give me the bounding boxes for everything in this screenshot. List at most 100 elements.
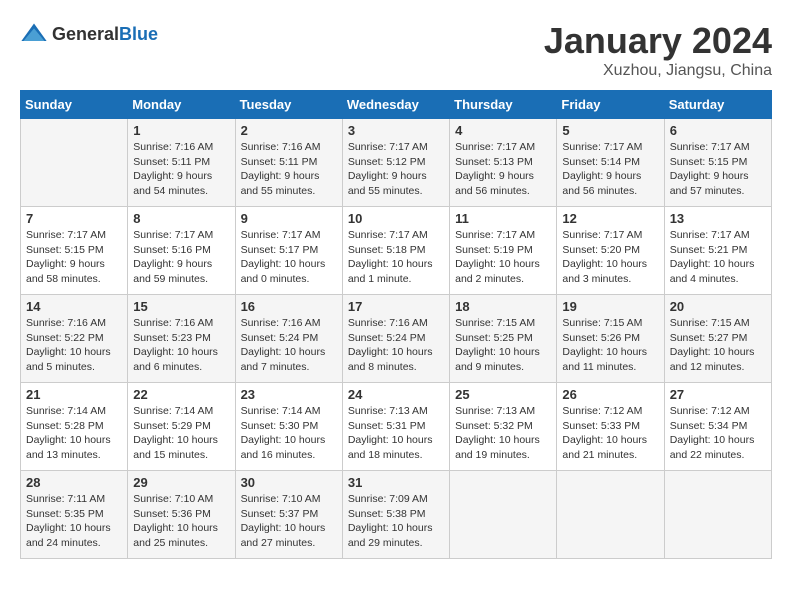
day-cell: 31 Sunrise: 7:09 AM Sunset: 5:38 PM Dayli…	[342, 471, 449, 559]
day-number: 3	[348, 123, 444, 138]
day-cell: 11 Sunrise: 7:17 AM Sunset: 5:19 PM Dayli…	[450, 207, 557, 295]
day-info: Sunrise: 7:17 AM Sunset: 5:15 PM Dayligh…	[26, 228, 122, 287]
day-cell: 9 Sunrise: 7:17 AM Sunset: 5:17 PM Daylig…	[235, 207, 342, 295]
day-info: Sunrise: 7:16 AM Sunset: 5:22 PM Dayligh…	[26, 316, 122, 375]
day-info: Sunrise: 7:15 AM Sunset: 5:26 PM Dayligh…	[562, 316, 658, 375]
day-number: 26	[562, 387, 658, 402]
day-number: 29	[133, 475, 229, 490]
day-cell: 12 Sunrise: 7:17 AM Sunset: 5:20 PM Dayli…	[557, 207, 664, 295]
day-cell: 2 Sunrise: 7:16 AM Sunset: 5:11 PM Daylig…	[235, 119, 342, 207]
day-cell: 7 Sunrise: 7:17 AM Sunset: 5:15 PM Daylig…	[21, 207, 128, 295]
calendar-body: 1 Sunrise: 7:16 AM Sunset: 5:11 PM Daylig…	[21, 119, 772, 559]
day-info: Sunrise: 7:16 AM Sunset: 5:11 PM Dayligh…	[133, 140, 229, 199]
header-cell-sunday: Sunday	[21, 91, 128, 119]
day-cell: 14 Sunrise: 7:16 AM Sunset: 5:22 PM Dayli…	[21, 295, 128, 383]
day-number: 11	[455, 211, 551, 226]
day-info: Sunrise: 7:12 AM Sunset: 5:33 PM Dayligh…	[562, 404, 658, 463]
day-number: 23	[241, 387, 337, 402]
day-number: 14	[26, 299, 122, 314]
day-number: 1	[133, 123, 229, 138]
header-cell-friday: Friday	[557, 91, 664, 119]
day-number: 18	[455, 299, 551, 314]
day-info: Sunrise: 7:12 AM Sunset: 5:34 PM Dayligh…	[670, 404, 766, 463]
logo-text: GeneralBlue	[52, 24, 158, 45]
day-number: 31	[348, 475, 444, 490]
day-number: 17	[348, 299, 444, 314]
day-cell: 10Sunrise: 7:17 AM Sunset: 5:18 PM Dayli…	[342, 207, 449, 295]
day-info: Sunrise: 7:16 AM Sunset: 5:24 PM Dayligh…	[241, 316, 337, 375]
day-info: Sunrise: 7:15 AM Sunset: 5:27 PM Dayligh…	[670, 316, 766, 375]
day-number: 12	[562, 211, 658, 226]
day-number: 21	[26, 387, 122, 402]
day-cell: 26 Sunrise: 7:12 AM Sunset: 5:33 PM Dayli…	[557, 383, 664, 471]
day-number: 22	[133, 387, 229, 402]
day-cell: 6Sunrise: 7:17 AM Sunset: 5:15 PM Daylig…	[664, 119, 771, 207]
day-info: Sunrise: 7:16 AM Sunset: 5:23 PM Dayligh…	[133, 316, 229, 375]
day-number: 5	[562, 123, 658, 138]
day-cell: 16 Sunrise: 7:16 AM Sunset: 5:24 PM Dayli…	[235, 295, 342, 383]
header-row: SundayMondayTuesdayWednesdayThursdayFrid…	[21, 91, 772, 119]
week-row-1: 7 Sunrise: 7:17 AM Sunset: 5:15 PM Daylig…	[21, 207, 772, 295]
day-cell: 19Sunrise: 7:15 AM Sunset: 5:26 PM Dayli…	[557, 295, 664, 383]
day-info: Sunrise: 7:17 AM Sunset: 5:16 PM Dayligh…	[133, 228, 229, 287]
header-cell-tuesday: Tuesday	[235, 91, 342, 119]
day-info: Sunrise: 7:17 AM Sunset: 5:18 PM Dayligh…	[348, 228, 444, 287]
day-cell: 30 Sunrise: 7:10 AM Sunset: 5:37 PM Dayli…	[235, 471, 342, 559]
day-cell: 13Sunrise: 7:17 AM Sunset: 5:21 PM Dayli…	[664, 207, 771, 295]
day-cell: 23 Sunrise: 7:14 AM Sunset: 5:30 PM Dayli…	[235, 383, 342, 471]
day-info: Sunrise: 7:17 AM Sunset: 5:12 PM Dayligh…	[348, 140, 444, 199]
day-cell: 20 Sunrise: 7:15 AM Sunset: 5:27 PM Dayli…	[664, 295, 771, 383]
day-cell: 29 Sunrise: 7:10 AM Sunset: 5:36 PM Dayli…	[128, 471, 235, 559]
day-number: 30	[241, 475, 337, 490]
day-info: Sunrise: 7:17 AM Sunset: 5:15 PM Dayligh…	[670, 140, 766, 199]
day-info: Sunrise: 7:09 AM Sunset: 5:38 PM Dayligh…	[348, 492, 444, 551]
header-cell-saturday: Saturday	[664, 91, 771, 119]
day-info: Sunrise: 7:14 AM Sunset: 5:30 PM Dayligh…	[241, 404, 337, 463]
header-cell-monday: Monday	[128, 91, 235, 119]
logo-blue: Blue	[119, 24, 158, 44]
day-cell: 21 Sunrise: 7:14 AM Sunset: 5:28 PM Dayli…	[21, 383, 128, 471]
day-number: 4	[455, 123, 551, 138]
week-row-2: 14 Sunrise: 7:16 AM Sunset: 5:22 PM Dayli…	[21, 295, 772, 383]
day-info: Sunrise: 7:17 AM Sunset: 5:19 PM Dayligh…	[455, 228, 551, 287]
day-info: Sunrise: 7:14 AM Sunset: 5:29 PM Dayligh…	[133, 404, 229, 463]
day-cell: 3 Sunrise: 7:17 AM Sunset: 5:12 PM Daylig…	[342, 119, 449, 207]
day-info: Sunrise: 7:16 AM Sunset: 5:11 PM Dayligh…	[241, 140, 337, 199]
day-info: Sunrise: 7:13 AM Sunset: 5:31 PM Dayligh…	[348, 404, 444, 463]
day-cell: 28 Sunrise: 7:11 AM Sunset: 5:35 PM Dayli…	[21, 471, 128, 559]
day-cell: 4Sunrise: 7:17 AM Sunset: 5:13 PM Daylig…	[450, 119, 557, 207]
day-number: 7	[26, 211, 122, 226]
day-number: 13	[670, 211, 766, 226]
day-cell: 8 Sunrise: 7:17 AM Sunset: 5:16 PM Daylig…	[128, 207, 235, 295]
week-row-4: 28 Sunrise: 7:11 AM Sunset: 5:35 PM Dayli…	[21, 471, 772, 559]
day-number: 28	[26, 475, 122, 490]
day-info: Sunrise: 7:17 AM Sunset: 5:14 PM Dayligh…	[562, 140, 658, 199]
week-row-3: 21 Sunrise: 7:14 AM Sunset: 5:28 PM Dayli…	[21, 383, 772, 471]
day-cell: 5 Sunrise: 7:17 AM Sunset: 5:14 PM Daylig…	[557, 119, 664, 207]
day-info: Sunrise: 7:10 AM Sunset: 5:37 PM Dayligh…	[241, 492, 337, 551]
day-info: Sunrise: 7:17 AM Sunset: 5:20 PM Dayligh…	[562, 228, 658, 287]
day-number: 15	[133, 299, 229, 314]
day-number: 16	[241, 299, 337, 314]
day-cell: 18Sunrise: 7:15 AM Sunset: 5:25 PM Dayli…	[450, 295, 557, 383]
day-cell	[21, 119, 128, 207]
day-number: 20	[670, 299, 766, 314]
day-number: 2	[241, 123, 337, 138]
calendar-header: SundayMondayTuesdayWednesdayThursdayFrid…	[21, 91, 772, 119]
day-info: Sunrise: 7:14 AM Sunset: 5:28 PM Dayligh…	[26, 404, 122, 463]
day-cell: 15 Sunrise: 7:16 AM Sunset: 5:23 PM Dayli…	[128, 295, 235, 383]
day-info: Sunrise: 7:10 AM Sunset: 5:36 PM Dayligh…	[133, 492, 229, 551]
calendar-table: SundayMondayTuesdayWednesdayThursdayFrid…	[20, 90, 772, 559]
page-header: GeneralBlue January 2024 Xuzhou, Jiangsu…	[20, 20, 772, 80]
day-number: 24	[348, 387, 444, 402]
day-cell: 17Sunrise: 7:16 AM Sunset: 5:24 PM Dayli…	[342, 295, 449, 383]
day-number: 27	[670, 387, 766, 402]
day-info: Sunrise: 7:11 AM Sunset: 5:35 PM Dayligh…	[26, 492, 122, 551]
day-number: 8	[133, 211, 229, 226]
logo-icon	[20, 20, 48, 48]
day-cell: 22 Sunrise: 7:14 AM Sunset: 5:29 PM Dayli…	[128, 383, 235, 471]
month-title: January 2024	[544, 20, 772, 62]
day-number: 9	[241, 211, 337, 226]
day-cell: 24 Sunrise: 7:13 AM Sunset: 5:31 PM Dayli…	[342, 383, 449, 471]
day-info: Sunrise: 7:17 AM Sunset: 5:17 PM Dayligh…	[241, 228, 337, 287]
